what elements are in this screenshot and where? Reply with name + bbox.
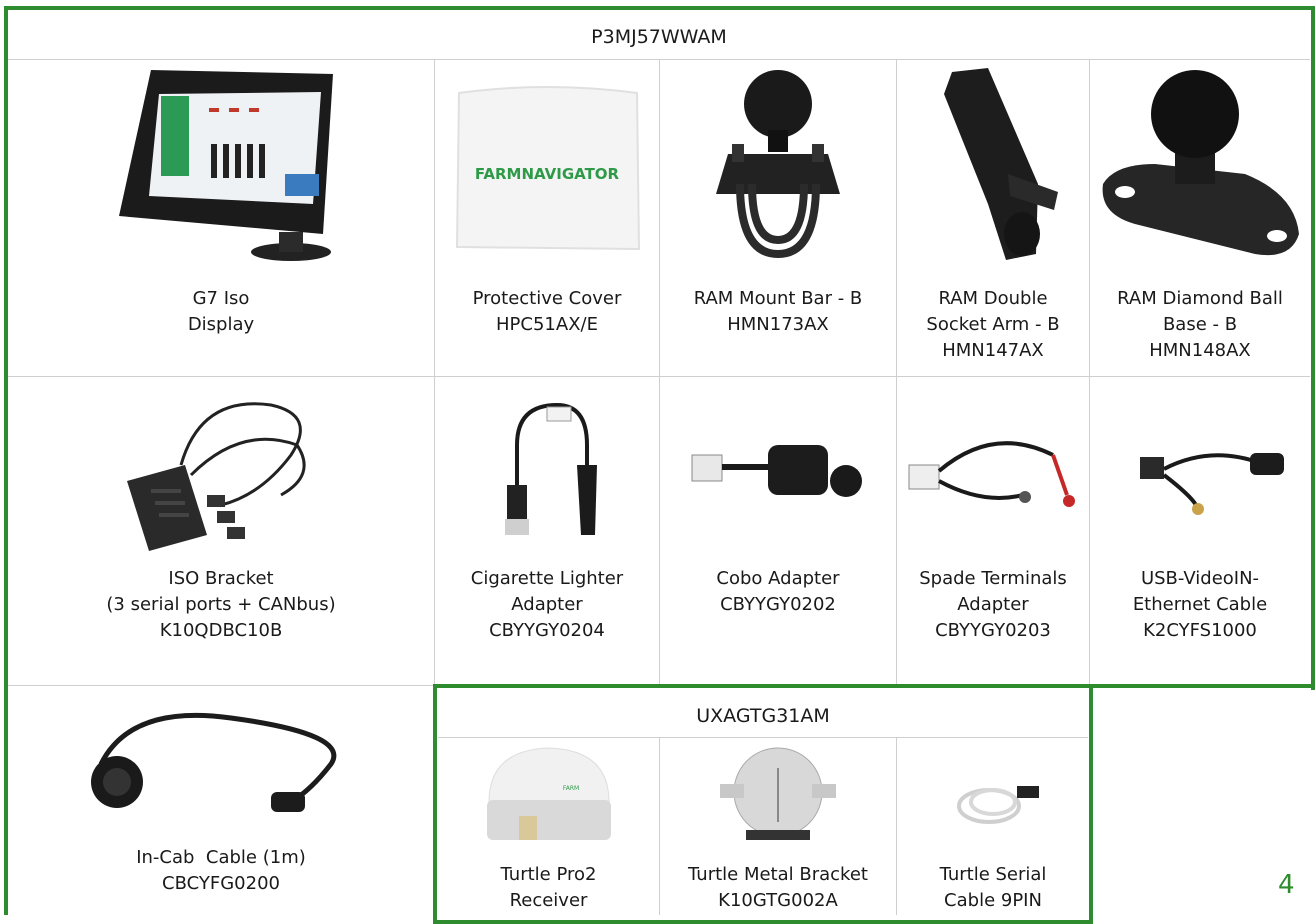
cigarette-lighter-adapter-image xyxy=(505,402,597,535)
product-label: USB-VideoIN- Ethernet Cable K2CYFS1000 xyxy=(1132,568,1268,641)
product-cell: In-Cab Cable (1m) CBCYFG0200 xyxy=(8,686,434,915)
ram-diamond-ball-base-image xyxy=(1102,70,1299,256)
product-label: Cigarette Lighter Adapter CBYYGY0204 xyxy=(470,568,624,641)
ram-double-socket-arm-image xyxy=(944,68,1058,260)
product-label: RAM Mount Bar - B HMN173AX xyxy=(693,288,863,335)
protective-cover-image: FARMNAVIGATOR xyxy=(455,86,641,251)
product-cell: USB-VideoIN- Ethernet Cable K2CYFS1000 xyxy=(1090,377,1310,685)
product-cell: RAM Mount Bar - B HMN173AX xyxy=(660,60,896,376)
usb-videoin-ethernet-cable-image xyxy=(1140,453,1284,515)
product-cell: FARM Turtle Pro2 Receiver xyxy=(438,738,659,915)
main-kit-code: P3MJ57WWAM xyxy=(591,26,727,48)
page-number: 4 xyxy=(1278,870,1295,900)
product-label: Turtle Metal Bracket K10GTG002A xyxy=(688,864,868,911)
product-label: Turtle Pro2 Receiver xyxy=(500,864,597,911)
product-cell: Spade Terminals Adapter CBYYGY0203 xyxy=(897,377,1089,685)
product-cell: Turtle Serial Cable 9PIN xyxy=(897,738,1089,915)
product-cell: FARMNAVIGATOR Protective Cover HPC51AX/E xyxy=(435,60,659,376)
product-cell: RAM Diamond Ball Base - B HMN148AX xyxy=(1090,60,1310,376)
product-label: G7 Iso Display xyxy=(187,288,255,335)
product-label: Protective Cover HPC51AX/E xyxy=(472,288,622,335)
product-cell: RAM Double Socket Arm - B HMN147AX xyxy=(897,60,1089,376)
receiver-logo-mark: FARM xyxy=(562,785,578,792)
iso-bracket-image xyxy=(127,402,306,551)
turtle-serial-cable-image xyxy=(957,786,1039,824)
product-label: Turtle Serial Cable 9PIN xyxy=(939,864,1047,911)
product-cell: G7 Iso Display xyxy=(8,60,434,376)
g7-iso-display-image xyxy=(119,70,333,261)
cobo-adapter-image xyxy=(691,445,862,497)
in-cab-cable-image xyxy=(91,712,337,812)
product-label: ISO Bracket (3 serial ports + CANbus) K10Q… xyxy=(106,568,336,641)
product-cell: Cobo Adapter CBYYGY0202 xyxy=(660,377,896,685)
product-label: RAM Diamond Ball Base - B HMN148AX xyxy=(1117,288,1283,361)
product-cell: Turtle Metal Bracket K10GTG002A xyxy=(660,738,896,915)
product-label: RAM Double Socket Arm - B HMN147AX xyxy=(926,288,1060,361)
spade-terminals-adapter-image xyxy=(908,441,1075,507)
product-label: Spade Terminals Adapter CBYYGY0203 xyxy=(919,568,1067,641)
product-label: In-Cab Cable (1m) CBCYFG0200 xyxy=(136,847,306,894)
receiver-kit-code: UXAGTG31AM xyxy=(696,705,830,727)
product-label: Cobo Adapter CBYYGY0202 xyxy=(716,568,840,615)
ram-mount-bar-image xyxy=(716,70,840,259)
turtle-metal-bracket-image xyxy=(720,747,836,840)
product-cell: Cigarette Lighter Adapter CBYYGY0204 xyxy=(435,377,659,685)
product-cell: ISO Bracket (3 serial ports + CANbus) K10Q… xyxy=(8,377,434,685)
farmnavigator-logo-text: FARMNAVIGATOR xyxy=(475,165,620,183)
turtle-pro2-receiver-image: FARM xyxy=(486,747,611,840)
